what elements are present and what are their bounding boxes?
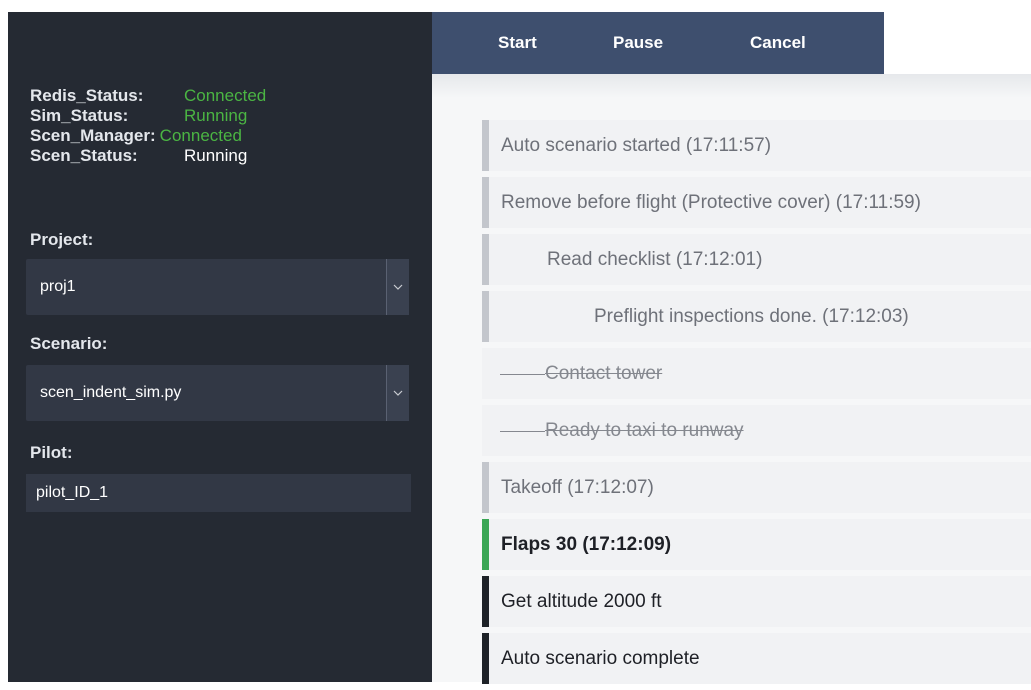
- log-item-pending: Get altitude 2000 ft: [482, 576, 1031, 627]
- log-status-bar: [482, 519, 489, 570]
- log-item-done: Takeoff (17:12:07): [482, 462, 1031, 513]
- log-item-skipped: Contact tower: [482, 348, 1031, 399]
- log-item-text: Preflight inspections done. (17:12:03): [594, 305, 909, 327]
- status-value: Running: [184, 106, 248, 125]
- status-value: Connected: [159, 126, 242, 145]
- status-value: Connected: [184, 86, 267, 105]
- log-item-pending: Auto scenario complete: [482, 633, 1031, 684]
- log-item-text: Flaps 30 (17:12:09): [501, 533, 672, 555]
- cancel-button[interactable]: Cancel: [750, 33, 806, 53]
- log-item-text: Ready to taxi to runway: [545, 419, 744, 441]
- scenario-select[interactable]: scen_indent_sim.py: [26, 365, 409, 421]
- project-select[interactable]: proj1: [26, 259, 409, 315]
- toolbar: Start Pause Cancel: [432, 12, 884, 74]
- log-item-done: Auto scenario started (17:11:57): [482, 120, 1031, 171]
- log-status-bar: [482, 462, 489, 513]
- log-item-done: Remove before flight (Protective cover) …: [482, 177, 1031, 228]
- status-row-scen-manager: Scen_Manager: Connected: [30, 126, 266, 146]
- log-item-done: Preflight inspections done. (17:12:03): [482, 291, 1031, 342]
- project-label: Project:: [30, 230, 94, 249]
- scenario-select-value: scen_indent_sim.py: [40, 384, 182, 401]
- chevron-down-icon[interactable]: [386, 365, 409, 421]
- chevron-down-icon[interactable]: [386, 259, 409, 315]
- log-item-text: Contact tower: [545, 362, 663, 384]
- pilot-input[interactable]: [26, 474, 411, 512]
- strike-line: [500, 431, 545, 432]
- status-panel: Redis_Status: Connected Sim_Status: Runn…: [30, 86, 266, 166]
- log-item-current: Flaps 30 (17:12:09): [482, 519, 1031, 570]
- status-row-scen-status: Scen_Status: Running: [30, 146, 266, 166]
- toolbar-shadow: [432, 74, 1031, 98]
- header-blank: [884, 12, 1031, 74]
- pilot-label: Pilot:: [30, 443, 73, 462]
- status-row-sim: Sim_Status: Running: [30, 106, 266, 126]
- scenario-label: Scenario:: [30, 334, 108, 353]
- status-row-redis: Redis_Status: Connected: [30, 86, 266, 106]
- log-item-text: Remove before flight (Protective cover) …: [501, 191, 921, 213]
- scenario-log-panel: Auto scenario started (17:11:57) Remove …: [432, 98, 1031, 684]
- log-status-bar: [482, 177, 489, 228]
- scenario-log: Auto scenario started (17:11:57) Remove …: [482, 120, 1031, 690]
- log-status-bar: [482, 120, 489, 171]
- log-item-text: Read checklist (17:12:01): [547, 248, 763, 270]
- status-key: Sim_Status:: [30, 106, 129, 125]
- log-status-bar: [482, 234, 489, 285]
- status-key: Scen_Status:: [30, 146, 138, 165]
- log-status-bar: [482, 576, 489, 627]
- log-item-skipped: Ready to taxi to runway: [482, 405, 1031, 456]
- sidebar: Redis_Status: Connected Sim_Status: Runn…: [8, 12, 432, 682]
- log-item-text: Auto scenario complete: [501, 647, 700, 669]
- log-item-text: Get altitude 2000 ft: [501, 590, 662, 612]
- log-item-done: Read checklist (17:12:01): [482, 234, 1031, 285]
- log-status-bar: [482, 633, 489, 684]
- start-button[interactable]: Start: [498, 33, 537, 53]
- pause-button[interactable]: Pause: [613, 33, 663, 53]
- status-key: Redis_Status:: [30, 86, 144, 105]
- status-key: Scen_Manager:: [30, 126, 156, 145]
- log-status-bar: [482, 291, 489, 342]
- log-item-text: Takeoff (17:12:07): [501, 476, 654, 498]
- app-frame: Redis_Status: Connected Sim_Status: Runn…: [8, 12, 1031, 684]
- strike-line: [500, 374, 545, 375]
- project-select-value: proj1: [40, 278, 76, 295]
- log-item-text: Auto scenario started (17:11:57): [501, 134, 772, 156]
- status-value: Running: [184, 146, 248, 165]
